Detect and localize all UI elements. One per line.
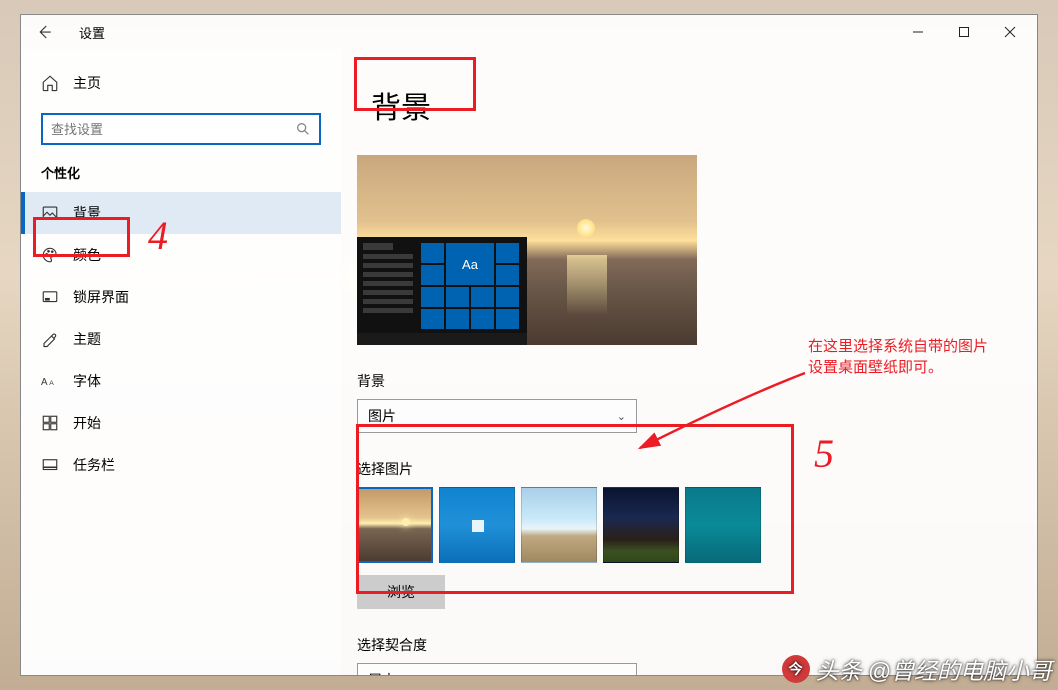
page-title: 背景 <box>357 77 1005 133</box>
picture-thumb-2[interactable] <box>439 487 515 563</box>
choose-picture-label: 选择图片 <box>357 459 1005 479</box>
desktop-preview: Aa <box>357 155 697 345</box>
picture-thumbnails <box>357 487 1005 563</box>
search-icon <box>295 121 311 137</box>
sidebar-item-taskbar[interactable]: 任务栏 <box>21 444 341 486</box>
watermark-text: @曾经的电脑小哥 <box>868 652 1052 686</box>
sidebar-item-fonts[interactable]: AA 字体 <box>21 360 341 402</box>
sidebar-item-label: 开始 <box>73 413 101 433</box>
lockscreen-icon <box>41 288 59 306</box>
sidebar-item-lockscreen[interactable]: 锁屏界面 <box>21 276 341 318</box>
sidebar-item-start[interactable]: 开始 <box>21 402 341 444</box>
back-button[interactable] <box>35 23 53 41</box>
sidebar-item-label: 背景 <box>73 203 101 223</box>
picture-thumb-3[interactable] <box>521 487 597 563</box>
picture-thumb-1[interactable] <box>357 487 433 563</box>
watermark: 今 头条 @曾经的电脑小哥 <box>782 652 1052 686</box>
background-type-label: 背景 <box>357 371 1005 391</box>
sidebar-item-label: 锁屏界面 <box>73 287 129 307</box>
maximize-button[interactable] <box>941 16 987 48</box>
sidebar-item-label: 任务栏 <box>73 455 115 475</box>
browse-button[interactable]: 浏览 <box>357 575 445 609</box>
fit-select[interactable]: 居中 ⌄ <box>357 663 637 675</box>
select-value: 图片 <box>368 406 396 426</box>
settings-window: 设置 主页 个性化 <box>20 14 1038 676</box>
close-button[interactable] <box>987 16 1033 48</box>
window-controls <box>895 16 1033 48</box>
chevron-down-icon: ⌄ <box>617 674 626 676</box>
svg-text:A: A <box>41 377 48 388</box>
sidebar-item-label: 字体 <box>73 371 101 391</box>
palette-icon <box>41 246 59 264</box>
home-label: 主页 <box>73 73 101 93</box>
titlebar: 设置 <box>21 15 1037 49</box>
chevron-down-icon: ⌄ <box>617 410 626 423</box>
minimize-button[interactable] <box>895 16 941 48</box>
sidebar-item-themes[interactable]: 主题 <box>21 318 341 360</box>
main-content: 背景 Aa 背景 图片 ⌄ <box>341 49 1037 675</box>
sidebar-item-background[interactable]: 背景 <box>21 192 341 234</box>
theme-icon <box>41 330 59 348</box>
picture-thumb-4[interactable] <box>603 487 679 563</box>
picture-thumb-5[interactable] <box>685 487 761 563</box>
sidebar-item-label: 颜色 <box>73 245 101 265</box>
start-icon <box>41 414 59 432</box>
background-type-select[interactable]: 图片 ⌄ <box>357 399 637 433</box>
svg-text:A: A <box>49 380 54 387</box>
taskbar-icon <box>41 456 59 474</box>
search-input[interactable] <box>51 122 295 137</box>
font-icon: AA <box>41 372 59 390</box>
sidebar: 主页 个性化 背景 颜色 锁屏界面 <box>21 49 341 675</box>
sidebar-item-label: 主题 <box>73 329 101 349</box>
watermark-prefix: 头条 <box>816 652 862 686</box>
watermark-logo-icon: 今 <box>782 655 810 683</box>
preview-sample-tile: Aa <box>446 243 494 285</box>
select-value: 居中 <box>368 670 396 675</box>
picture-icon <box>41 204 59 222</box>
sidebar-item-colors[interactable]: 颜色 <box>21 234 341 276</box>
app-title: 设置 <box>79 23 105 42</box>
search-box[interactable] <box>41 113 321 145</box>
home-icon <box>41 74 59 92</box>
home-nav[interactable]: 主页 <box>21 65 341 101</box>
section-title: 个性化 <box>21 163 341 192</box>
